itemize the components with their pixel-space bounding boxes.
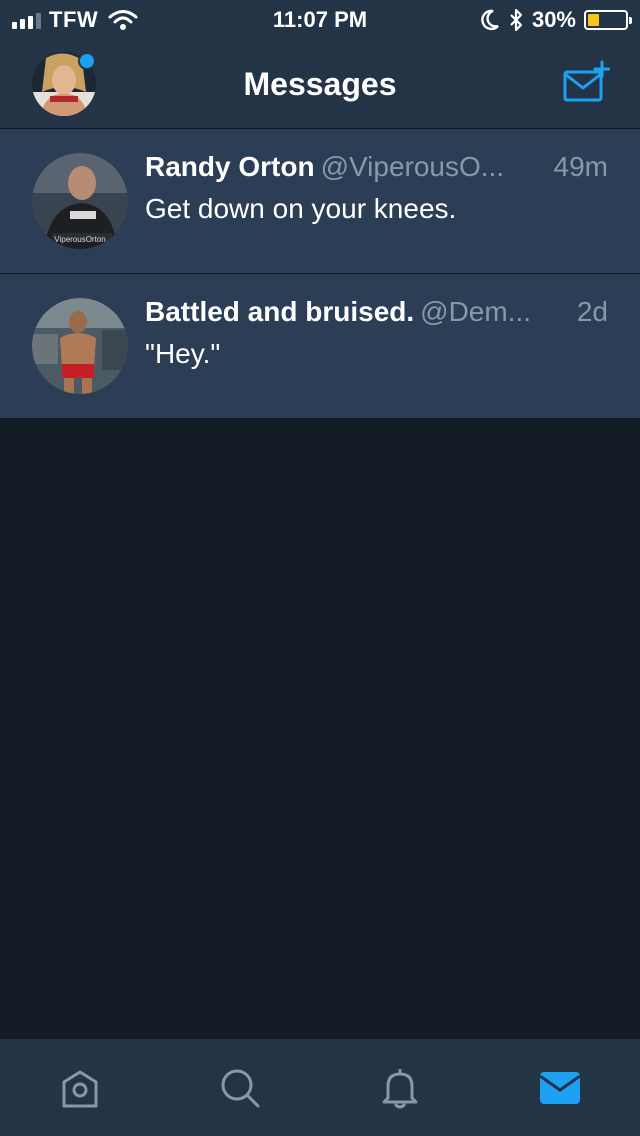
status-bar-right: 30% xyxy=(480,6,632,34)
avatar: ViperousOrton xyxy=(32,153,128,249)
sender-name: Battled and bruised. xyxy=(145,296,415,327)
message-preview: Get down on your knees. xyxy=(145,193,457,224)
tab-bar xyxy=(0,1038,640,1136)
conversation-header: Randy Orton @ViperousO... xyxy=(145,147,608,187)
messages-screen: TFW 11:07 PM 30% Messages ViperousOrton … xyxy=(0,0,640,1136)
avatar-caption: ViperousOrton xyxy=(54,235,105,244)
mail-icon xyxy=(539,1072,581,1104)
battery-icon xyxy=(584,10,632,30)
avatar xyxy=(32,298,128,394)
message-time: 2d xyxy=(566,292,608,332)
conversation-item[interactable]: ViperousOrton Randy Orton @ViperousO... 4… xyxy=(0,129,640,274)
sender-handle: @Dem... xyxy=(420,296,532,327)
conversation-item[interactable]: Battled and bruised. @Dem... 2d "Hey." xyxy=(0,274,640,419)
page-title: Messages xyxy=(243,66,397,102)
conversation-list: ViperousOrton Randy Orton @ViperousO... 4… xyxy=(0,129,640,419)
message-time: 49m xyxy=(543,147,608,187)
home-icon xyxy=(62,1070,98,1108)
moon-icon xyxy=(481,9,499,31)
message-preview: "Hey." xyxy=(145,338,221,369)
bluetooth-icon xyxy=(510,8,523,32)
bell-icon xyxy=(382,1069,418,1109)
battery-percent: 30% xyxy=(531,7,576,32)
conversation-header: Battled and bruised. @Dem... xyxy=(145,292,608,332)
tab-messages[interactable] xyxy=(480,1039,640,1136)
status-bar: TFW 11:07 PM 30% xyxy=(0,0,640,40)
tab-notifications[interactable] xyxy=(320,1039,480,1136)
search-icon xyxy=(221,1069,260,1108)
tab-search[interactable] xyxy=(160,1039,320,1136)
battery-level-fill xyxy=(588,14,599,26)
sender-name: Randy Orton xyxy=(145,151,315,182)
nav-bar: Messages xyxy=(0,40,640,129)
sender-handle: @ViperousO... xyxy=(320,151,505,182)
compose-message-icon[interactable] xyxy=(562,60,610,106)
tab-home[interactable] xyxy=(0,1039,160,1136)
